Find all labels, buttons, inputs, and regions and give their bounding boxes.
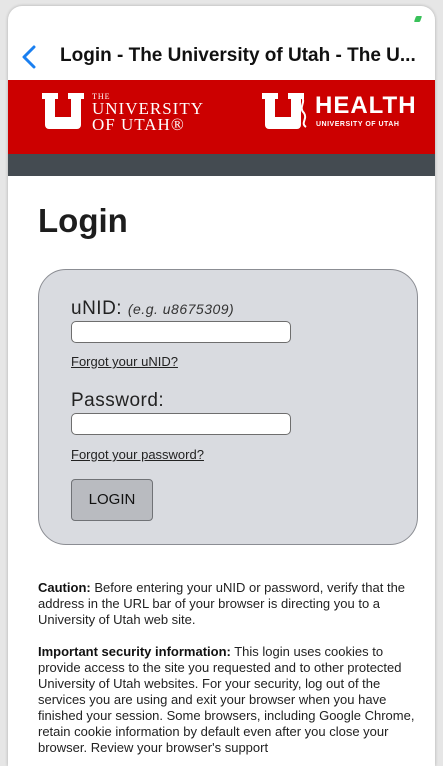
login-form: uNID: (e.g. u8675309) Forgot your uNID? … xyxy=(38,269,418,545)
health-u-logo[interactable] xyxy=(262,93,310,129)
login-button[interactable]: LOGIN xyxy=(71,479,153,521)
caution-heading: Caution: xyxy=(38,580,91,595)
forgot-password-link[interactable]: Forgot your password? xyxy=(71,447,204,462)
page-title: Login xyxy=(38,202,128,239)
password-input[interactable] xyxy=(71,413,291,435)
health-subtitle: UNIVERSITY OF UTAH xyxy=(316,121,400,128)
back-button[interactable] xyxy=(22,41,48,73)
security-heading: Important security information: xyxy=(38,644,231,659)
mobile-screen: Login - The University of Utah - The U..… xyxy=(8,6,435,766)
forgot-unid-link[interactable]: Forgot your uNID? xyxy=(71,354,178,369)
unid-label: uNID: (e.g. u8675309) xyxy=(71,298,235,319)
status-bar xyxy=(8,6,435,34)
university-wordmark[interactable]: THE UNIVERSITY OF UTAH® xyxy=(92,92,204,133)
password-label: Password: xyxy=(71,390,165,411)
security-paragraph: Important security information: This log… xyxy=(38,644,418,756)
university-banner: THE UNIVERSITY OF UTAH® HEALTH UNIVERSIT… xyxy=(8,80,435,154)
caution-paragraph: Caution: Before entering your uNID or pa… xyxy=(38,580,418,628)
unid-input[interactable] xyxy=(71,321,291,343)
battery-icon xyxy=(413,16,423,22)
chevron-left-icon xyxy=(22,45,36,69)
dark-divider-bar xyxy=(8,154,435,176)
security-text: This login uses cookies to provide acces… xyxy=(38,644,415,755)
university-u-logo[interactable] xyxy=(42,93,84,129)
unid-hint: (e.g. u8675309) xyxy=(127,301,235,317)
nav-title: Login - The University of Utah - The U..… xyxy=(60,45,416,66)
caution-text: Before entering your uNID or password, v… xyxy=(38,580,406,627)
nav-bar: Login - The University of Utah - The U..… xyxy=(8,34,435,80)
health-wordmark[interactable]: HEALTH xyxy=(315,92,417,120)
